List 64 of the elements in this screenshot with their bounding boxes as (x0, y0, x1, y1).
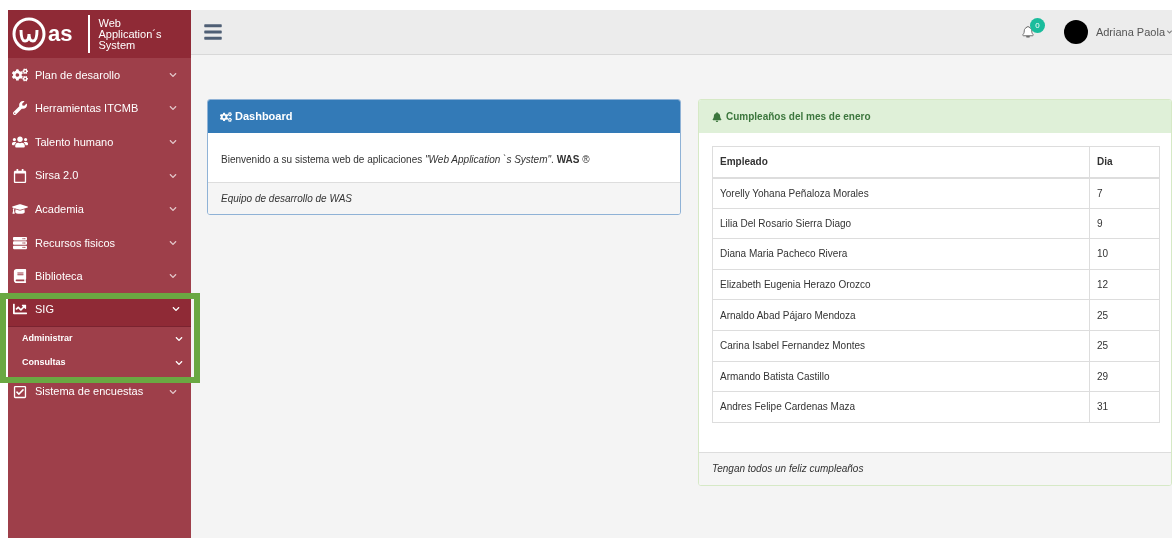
panel-title: Dashboard (235, 109, 293, 125)
table-cell: Andres Felipe Cardenas Maza (712, 391, 1090, 423)
wrench-icon (12, 101, 28, 116)
gears-icon (220, 111, 232, 122)
sidebar-item[interactable]: Sistema de encuestas (8, 374, 191, 409)
avatar[interactable] (1063, 20, 1088, 44)
line-chart-icon (12, 302, 28, 317)
table-cell: 7 (1089, 177, 1160, 209)
chevron-icon (175, 358, 183, 367)
table-cell: 9 (1089, 208, 1160, 239)
table-cell: Elizabeth Eugenia Herazo Orozco (712, 269, 1090, 300)
logo-text: as (48, 23, 73, 45)
checkbox-icon (12, 384, 28, 399)
notification-badge: 0 (1029, 18, 1045, 33)
table-cell: 10 (1089, 238, 1160, 270)
chevron-icon (169, 272, 177, 281)
chevron-icon (169, 70, 177, 79)
table-cell: Carina Isabel Fernandez Montes (712, 330, 1090, 362)
chevron-icon (169, 387, 177, 396)
table-cell: 12 (1089, 269, 1160, 300)
panel-title: Cumpleaños del mes de enero (726, 110, 871, 124)
table-cell: Diana Maria Pacheco Rivera (712, 238, 1090, 270)
sidebar-item[interactable]: Recursos fisicos (8, 225, 191, 260)
graduation-cap-icon (12, 202, 28, 217)
sidebar-item[interactable]: Biblioteca (8, 259, 191, 294)
logo-tagline: Web Application´s System (98, 17, 163, 51)
table-cell: 29 (1089, 361, 1160, 392)
sidebar-item[interactable]: Plan de desarollo (8, 58, 191, 92)
table-cell: 25 (1089, 330, 1160, 362)
chevron-icon (169, 171, 177, 180)
chevron-icon (169, 138, 177, 146)
chevron-icon (169, 205, 177, 214)
chevron-icon (169, 238, 177, 247)
submenu-item[interactable]: Consultas (8, 350, 191, 375)
column-header: Dia (1089, 146, 1160, 178)
notification-icon[interactable] (1021, 26, 1034, 38)
book-icon (12, 269, 28, 284)
panel-footer: Tengan todos un feliz cumpleaños (712, 461, 864, 477)
sidebar-item[interactable]: Herramientas ITCMB (8, 91, 191, 126)
table-cell: 31 (1089, 391, 1160, 423)
server-icon (12, 235, 28, 250)
table-cell: 25 (1089, 299, 1160, 331)
user-name[interactable]: Adriana Paola (1095, 23, 1165, 41)
submenu-item[interactable]: Administrar (8, 326, 191, 351)
panel-footer: Equipo de desarrollo de WAS (221, 191, 352, 206)
menu-icon[interactable] (203, 22, 223, 42)
users-icon (12, 135, 28, 149)
gears-icon (12, 67, 28, 82)
bell-icon (712, 111, 722, 122)
chevron-icon (169, 104, 177, 113)
sidebar-item[interactable]: Talento humano (8, 125, 191, 159)
chevron-icon (1167, 29, 1172, 35)
column-header: Empleado (712, 146, 1090, 178)
sidebar-item[interactable]: Sirsa 2.0 (8, 158, 191, 193)
table-cell: Yorelly Yohana Peñaloza Morales (712, 177, 1090, 209)
table-cell: Lilia Del Rosario Sierra Diago (712, 208, 1090, 239)
calendar-icon (12, 168, 28, 183)
chevron-icon (175, 334, 183, 343)
logo-icon (12, 17, 46, 51)
welcome-text: Bienvenido a su sistema web de aplicaciones "Web Application `s System". WAS ® (221, 154, 590, 165)
chevron-icon (172, 305, 180, 314)
sidebar-item[interactable]: Academia (8, 192, 191, 226)
table-cell: Armando Batista Castillo (712, 361, 1090, 392)
table-cell: Arnaldo Abad Pájaro Mendoza (712, 299, 1090, 331)
